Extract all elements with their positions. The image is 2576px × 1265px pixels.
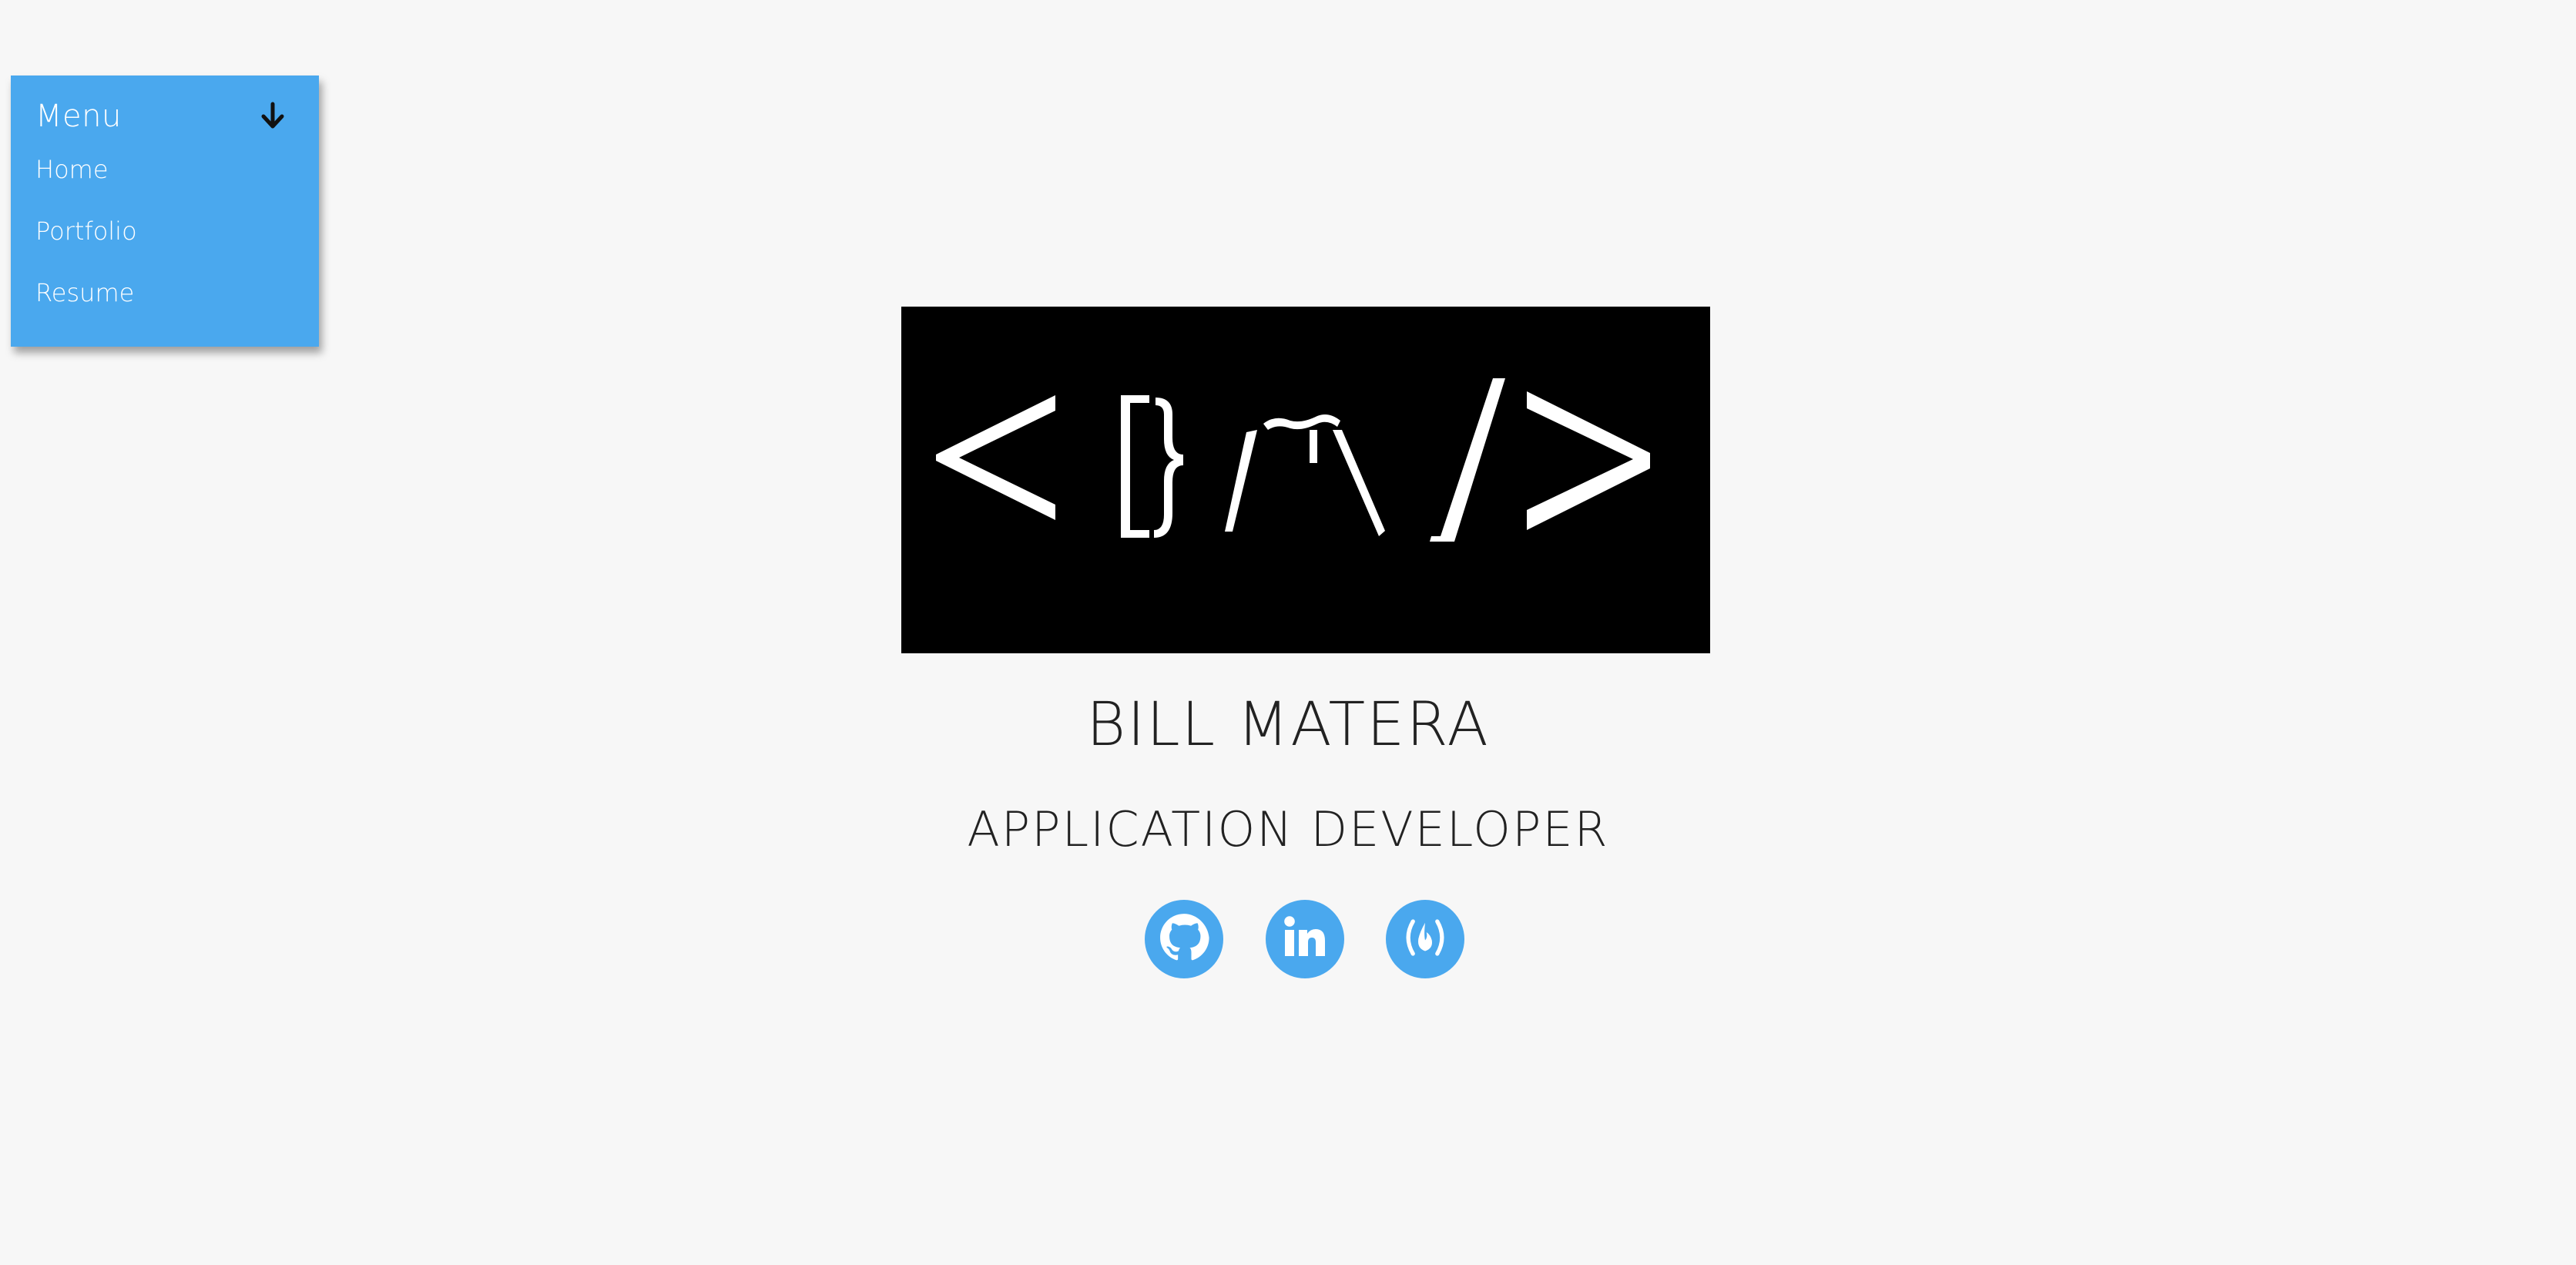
arrow-down-icon [256,99,290,133]
person-name: BILL MATERA [1086,690,1490,760]
freecodecamp-icon [1398,911,1452,968]
menu-title: Menu [35,99,122,134]
github-link[interactable] [1145,900,1223,978]
social-links [1145,900,1468,980]
menu-toggle[interactable]: Menu [35,96,290,137]
job-title: APPLICATION DEVELOPER [967,801,1609,857]
menu-list: Home Portfolio Resume [35,148,319,333]
linkedin-icon [1280,913,1330,965]
freecodecamp-link[interactable] [1386,900,1464,978]
menu-item-home[interactable]: Home [35,148,319,210]
menu-item-portfolio[interactable]: Portfolio [35,210,319,271]
github-icon [1159,912,1209,966]
logo [901,307,1710,653]
menu-item-resume[interactable]: Resume [35,271,319,333]
linkedin-link[interactable] [1266,900,1344,978]
nav-menu: Menu Home Portfolio Resume [11,75,319,347]
